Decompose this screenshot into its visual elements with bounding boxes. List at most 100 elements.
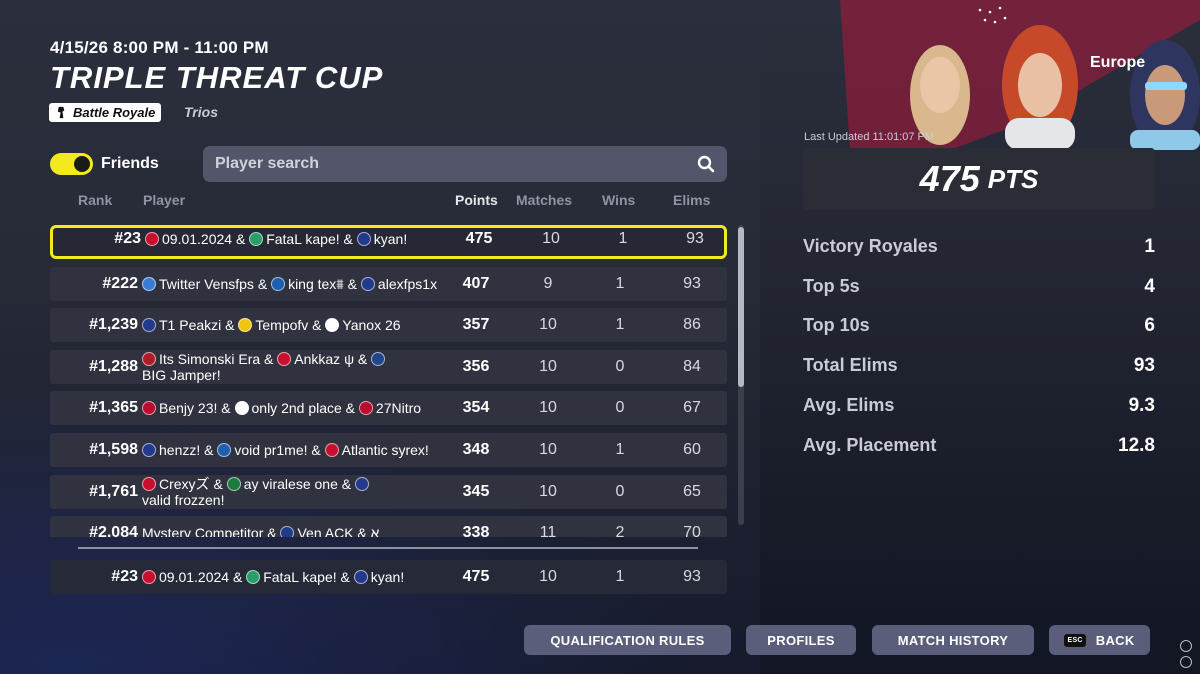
player-name[interactable]: kyan! <box>371 569 404 585</box>
player-name[interactable]: alexfps1x <box>378 276 437 292</box>
player-name[interactable]: valid frozzen! <box>142 492 224 508</box>
separator: & <box>253 275 272 292</box>
flag-icon <box>142 443 156 457</box>
settings-icon <box>1180 656 1192 668</box>
player-name[interactable]: BIG Jamper! <box>142 367 221 383</box>
player-cell: Twitter Vensfps & king tex⩩ & alexfps1x <box>142 267 452 301</box>
stat-value: 4 <box>1144 275 1155 297</box>
player-name[interactable]: ay viralese one <box>244 476 338 492</box>
table-row[interactable]: #1,761 Crexyズ & ay viralese one & valid f… <box>50 474 727 509</box>
player-name[interactable]: Ankkaz ψ <box>294 351 354 367</box>
table-row[interactable]: #1,365 Benjy 23! & only 2nd place & 27Nit… <box>50 391 727 426</box>
mode-badge: Battle Royale <box>49 103 162 122</box>
player-name[interactable]: Crexyズ <box>159 476 210 492</box>
last-updated: Last Updated 11:01:07 PM <box>804 131 935 143</box>
header-rank: Rank <box>78 192 113 208</box>
flag-icon <box>145 232 159 246</box>
player-search-input[interactable]: Player search <box>203 146 727 182</box>
table-row[interactable]: #1,288 Its Simonski Era & Ankkaz ψ & BIG … <box>50 349 727 384</box>
separator: & <box>229 569 247 585</box>
separator: & <box>200 442 218 458</box>
points-cell: 475 <box>462 568 490 585</box>
flag-icon <box>360 276 375 291</box>
points-cell: 475 <box>465 230 493 247</box>
matches-cell: 10 <box>539 399 557 417</box>
separator: & <box>307 442 325 458</box>
table-row[interactable]: #1,598 henzz! & void pr1me! & Atlantic sy… <box>50 433 727 467</box>
player-name[interactable]: 09.01.2024 <box>162 231 232 247</box>
stat-label: Avg. Placement <box>803 434 937 455</box>
separator: & <box>221 317 239 334</box>
matches-cell: 10 <box>539 441 557 458</box>
player-name[interactable]: Tempofv <box>255 317 308 333</box>
player-name[interactable]: Atlantic syrex! <box>342 442 429 458</box>
rank-cell: #1,288 <box>89 357 138 375</box>
wins-cell: 0 <box>615 399 625 417</box>
separator: & <box>209 475 227 492</box>
player-name[interactable]: only 2nd place <box>252 400 342 416</box>
toggle-knob <box>74 156 90 172</box>
table-row[interactable]: #2,084 Mystery Competitor & Ven ACK & א 33… <box>50 516 727 537</box>
battle-royale-icon <box>57 106 65 119</box>
player-name[interactable]: kyan! <box>374 231 407 247</box>
player-name[interactable]: Twitter Vensfps <box>159 276 254 292</box>
elims-cell: 93 <box>686 230 704 247</box>
points-suffix: PTS <box>987 163 1039 194</box>
elims-cell: 93 <box>683 568 701 585</box>
profiles-button[interactable]: PROFILES <box>746 625 856 655</box>
friends-toggle[interactable] <box>50 153 93 175</box>
rank-cell: #23 <box>114 230 141 247</box>
stat-row: Top 10s 6 <box>803 315 1155 337</box>
player-name[interactable]: henzz! <box>159 442 200 458</box>
player-name[interactable]: Mystery Competitor <box>142 525 263 537</box>
matches-cell: 10 <box>539 316 557 334</box>
leaderboard-scrollbar[interactable] <box>738 225 744 525</box>
separator: & <box>263 525 281 537</box>
player-name[interactable]: Ven ACK <box>297 525 353 537</box>
points-cell: 345 <box>462 482 490 500</box>
leaderboard-rows[interactable]: #23 09.01.2024 & FataL kape! & kyan! 475 10… <box>50 225 727 537</box>
own-team-row[interactable]: #23 09.01.2024 & FataL kape! & kyan! 475 10… <box>50 560 727 594</box>
player-name[interactable]: FataL kape! <box>263 569 336 585</box>
mode-label: Battle Royale <box>73 105 156 120</box>
player-name[interactable]: Yanox 26 <box>342 317 400 333</box>
player-name[interactable]: void pr1me! <box>234 442 307 458</box>
wins-cell: 0 <box>615 482 625 500</box>
elims-cell: 84 <box>683 357 701 375</box>
separator: & <box>232 231 250 247</box>
header-player: Player <box>143 192 186 208</box>
player-name[interactable]: FataL kape! <box>266 231 339 247</box>
player-name[interactable]: Benjy 23! <box>159 400 217 416</box>
stat-label: Top 10s <box>803 315 870 336</box>
table-row[interactable]: #23 09.01.2024 & FataL kape! & kyan! 475 10… <box>50 225 727 259</box>
player-name[interactable]: T1 Peakzi <box>159 317 221 333</box>
qualification-rules-button[interactable]: QUALIFICATION RULES <box>524 625 731 655</box>
elims-cell: 70 <box>683 524 701 537</box>
flag-icon <box>142 351 156 366</box>
player-name[interactable]: Its Simonski Era <box>159 351 260 367</box>
separator: & <box>217 400 235 417</box>
scrollbar-thumb[interactable] <box>738 227 744 387</box>
player-name[interactable]: 27Nitro <box>376 400 421 416</box>
back-label: BACK <box>1095 632 1135 648</box>
player-name[interactable]: א <box>371 525 380 537</box>
team-size: Trios <box>184 104 218 120</box>
stat-label: Top 5s <box>803 275 860 296</box>
matches-cell: 10 <box>542 230 560 247</box>
stat-label: Avg. Elims <box>803 394 895 415</box>
search-icon[interactable] <box>697 155 715 173</box>
player-name[interactable]: king tex⩩ <box>288 276 344 292</box>
flag-icon <box>280 526 295 537</box>
elims-cell: 67 <box>683 399 701 417</box>
stat-value: 12.8 <box>1118 434 1155 456</box>
player-name[interactable]: 09.01.2024 <box>159 569 229 585</box>
separator: & <box>339 231 357 247</box>
back-button[interactable]: ESC BACK <box>1049 625 1150 655</box>
points-cell: 407 <box>462 274 490 292</box>
points-cell: 356 <box>462 357 490 375</box>
table-row[interactable]: #1,239 T1 Peakzi & Tempofv & Yanox 26 357 1… <box>50 308 727 343</box>
points-value: 475 <box>919 158 980 199</box>
table-row[interactable]: #222 Twitter Vensfps & king tex⩩ & alexfp… <box>50 266 727 301</box>
match-history-button[interactable]: MATCH HISTORY <box>872 625 1034 655</box>
elims-cell: 60 <box>683 441 701 458</box>
